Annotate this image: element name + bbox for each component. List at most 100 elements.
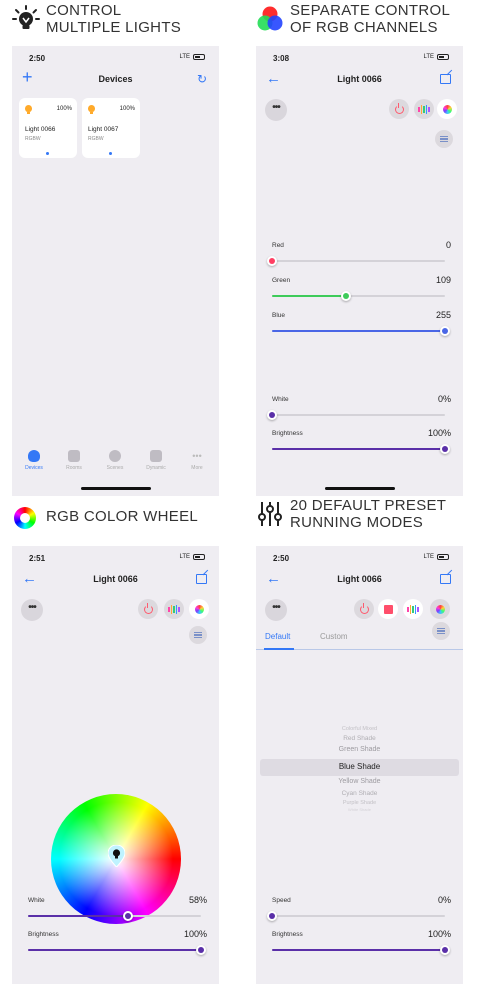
refresh-button[interactable]: ↻ — [197, 71, 207, 87]
mode-option[interactable]: Yellow Shade — [256, 778, 463, 785]
nav-bar: ← Light 0066 — [256, 68, 463, 92]
tab-default[interactable]: Default — [265, 632, 290, 641]
slider-track — [267, 256, 445, 266]
network-label: LTE — [423, 54, 434, 60]
tab-bar: Devices Rooms Scenes Dynamic ••• More — [12, 448, 219, 482]
status-bar: 2:50 LTE — [256, 546, 463, 568]
rainbow-bars-icon — [168, 604, 180, 614]
power-icon — [359, 602, 369, 614]
control-bar: ••• — [256, 596, 463, 624]
slider-knob[interactable] — [267, 256, 277, 266]
mode-option[interactable]: Cyan Shade — [256, 790, 463, 797]
mode-option[interactable]: Blue Shade — [256, 762, 463, 771]
device-brightness: 100% — [119, 106, 135, 112]
slider-fill — [272, 949, 445, 951]
tab-label: Devices — [25, 465, 43, 471]
color-wheel-screen: 2:51 LTE ← Light 0066 ••• White 58% Brig… — [12, 546, 219, 984]
tab-label: More — [191, 465, 203, 471]
battery-icon — [193, 554, 205, 560]
battery-icon — [193, 54, 205, 60]
caption-line-1: CONTROL — [46, 2, 122, 19]
timer-button[interactable] — [435, 130, 453, 148]
mode-option[interactable]: Red Shade — [256, 735, 463, 742]
timer-button[interactable] — [189, 626, 207, 644]
slider-knob[interactable] — [196, 945, 206, 955]
slider-track — [28, 945, 206, 955]
network-label: LTE — [423, 554, 434, 560]
signal-indicator: LTE — [423, 54, 449, 60]
status-time: 3:08 — [273, 54, 290, 63]
power-button[interactable] — [389, 99, 409, 119]
tab-more[interactable]: ••• More — [178, 448, 216, 471]
more-button[interactable]: ••• — [265, 599, 287, 621]
power-button[interactable] — [138, 599, 158, 619]
tab-label: Scenes — [106, 465, 124, 471]
modes-button[interactable] — [164, 599, 184, 619]
slider-track — [267, 911, 445, 921]
device-card[interactable]: 100% Light 0066 RGBW — [19, 98, 77, 158]
status-bar: 2:51 LTE — [12, 546, 219, 568]
color-wheel-button[interactable] — [430, 599, 450, 619]
tab-label: Rooms — [66, 465, 82, 471]
page-title: Devices — [98, 74, 133, 84]
mode-tabs: Default Custom — [256, 630, 463, 650]
status-time: 2:51 — [29, 554, 46, 563]
stop-button[interactable] — [378, 599, 398, 619]
slider-knob-dot — [343, 293, 350, 299]
mode-option[interactable]: White Shade — [256, 807, 463, 812]
device-type: RGBW — [88, 136, 104, 142]
device-name: Light 0067 — [88, 126, 119, 133]
page-title: Light 0066 — [93, 574, 138, 584]
caption-separate-control: SEPARATE CONTROL OF RGB CHANNELS — [256, 2, 450, 36]
mode-option[interactable]: Purple Shade — [256, 800, 463, 806]
tab-custom[interactable]: Custom — [320, 632, 348, 641]
battery-icon — [437, 554, 449, 560]
slider-knob[interactable] — [440, 945, 450, 955]
control-bar: ••• — [256, 96, 463, 124]
tab-scenes[interactable]: Scenes — [96, 448, 134, 471]
slider-knob[interactable] — [440, 444, 450, 454]
edit-icon[interactable] — [196, 574, 207, 584]
tab-rooms[interactable]: Rooms — [55, 448, 93, 471]
slider-knob[interactable] — [267, 911, 277, 921]
slider-knob-dot — [125, 913, 132, 919]
color-wheel-button[interactable] — [189, 599, 209, 619]
more-button[interactable]: ••• — [21, 599, 43, 621]
rgb-channels-screen: 3:08 LTE ← Light 0066 ••• Red 0 Green 10… — [256, 46, 463, 496]
status-bar: 3:08 LTE — [256, 46, 463, 68]
slider-knob-dot — [269, 913, 275, 919]
edit-icon[interactable] — [440, 574, 451, 584]
modes-button[interactable] — [403, 599, 423, 619]
page-title: Light 0066 — [337, 74, 382, 84]
tab-devices[interactable]: Devices — [15, 448, 53, 471]
slider-knob[interactable] — [267, 410, 277, 420]
bulb-icon — [12, 5, 40, 31]
color-gem-icon — [194, 604, 204, 614]
slider-value: 0% — [437, 895, 451, 905]
caption-line-2: OF RGB CHANNELS — [290, 19, 438, 36]
mode-option[interactable]: Green Shade — [256, 746, 463, 753]
status-dot — [109, 152, 112, 155]
color-wheel[interactable] — [51, 794, 181, 924]
mode-option[interactable]: Colorful Mixed — [256, 726, 463, 732]
nav-bar: ← Light 0066 — [256, 568, 463, 592]
slider-label: Red — [272, 242, 284, 249]
tab-dynamic[interactable]: Dynamic — [137, 448, 175, 471]
slider-knob[interactable] — [123, 911, 134, 921]
caption-preset-modes: 20 DEFAULT PRESET RUNNING MODES — [256, 497, 446, 531]
device-name: Light 0066 — [25, 126, 56, 133]
power-button[interactable] — [354, 599, 374, 619]
page-title: Light 0066 — [337, 574, 382, 584]
slider-value: 255 — [435, 310, 451, 320]
caption-line-2: MULTIPLE LIGHTS — [46, 19, 182, 36]
device-card[interactable]: 100% Light 0067 RGBW — [82, 98, 140, 158]
edit-icon[interactable] — [440, 74, 451, 84]
caption-line-1: RGB COLOR WHEEL — [46, 508, 199, 525]
slider-knob[interactable] — [440, 326, 450, 336]
modes-button[interactable] — [414, 99, 434, 119]
slider-label: Brightness — [272, 430, 303, 437]
color-picker-pin-icon[interactable] — [108, 845, 125, 867]
more-button[interactable]: ••• — [265, 99, 287, 121]
color-wheel-button[interactable] — [437, 99, 457, 119]
slider-knob[interactable] — [341, 291, 352, 301]
